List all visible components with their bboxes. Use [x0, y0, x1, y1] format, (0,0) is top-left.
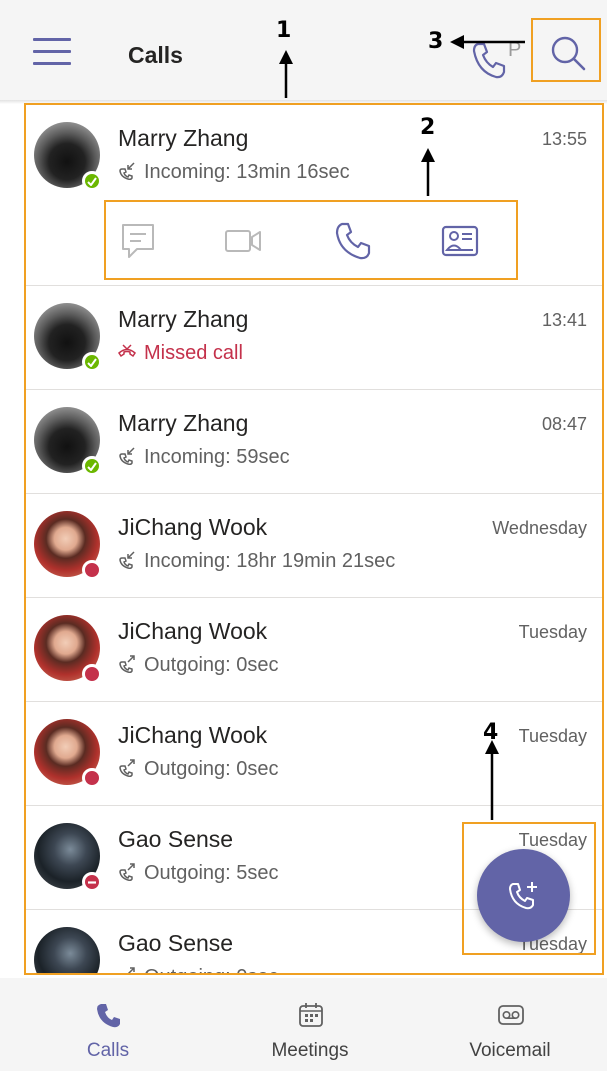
call-detail: Incoming: 59sec — [118, 446, 290, 469]
call-detail: Outgoing: 5sec — [118, 862, 279, 885]
svg-text:P: P — [508, 39, 521, 61]
contact-name: JiChang Wook — [118, 722, 268, 748]
call-detail-text: Missed call — [144, 342, 243, 364]
call-history-row[interactable]: Marry Zhang Incoming: 13min 16sec 13:55 — [26, 105, 602, 286]
outgoing-call-icon — [119, 655, 135, 673]
presence-do-not-disturb-icon — [82, 872, 102, 892]
page-title: Calls — [128, 42, 183, 68]
presence-available-icon — [82, 352, 102, 372]
call-detail-text: Outgoing: 0sec — [144, 966, 279, 973]
nav-label-voicemail: Voicemail — [469, 1040, 551, 1061]
call-history-row[interactable]: JiChang Wook Incoming: 18hr 19min 21sec We… — [26, 494, 602, 598]
contact-name: Marry Zhang — [118, 306, 249, 332]
nav-item-calls[interactable]: Calls — [28, 978, 188, 1071]
call-detail: Outgoing: 0sec — [118, 654, 279, 677]
audio-call-icon[interactable] — [334, 221, 374, 261]
nav-label-calls: Calls — [86, 1040, 130, 1061]
call-time: Tuesday — [518, 622, 587, 642]
app-header: Calls P — [0, 0, 607, 100]
contact-name: Gao Sense — [118, 826, 234, 852]
call-detail: Incoming: 18hr 19min 21sec — [118, 550, 395, 573]
call-history-row[interactable]: Marry Zhang Missed call 13:41 — [26, 286, 602, 390]
nav-item-voicemail[interactable]: Voicemail — [430, 978, 590, 1071]
presence-busy-icon — [82, 768, 102, 788]
incoming-call-icon — [119, 162, 135, 180]
call-history-row[interactable]: JiChang Wook Outgoing: 0sec Tuesday — [26, 598, 602, 702]
call-time: 13:41 — [541, 310, 587, 330]
annotation-number: 2 — [420, 115, 436, 140]
call-detail-text: Outgoing: 5sec — [144, 862, 279, 884]
call-detail-text: Outgoing: 0sec — [144, 758, 279, 780]
outgoing-call-icon — [119, 759, 135, 777]
outgoing-call-icon — [119, 863, 135, 881]
video-call-icon[interactable] — [224, 221, 264, 261]
call-detail: Outgoing: 0sec — [118, 966, 279, 973]
outgoing-call-icon — [127, 967, 135, 973]
bottom-navigation: Calls Meetings Voicemail — [0, 978, 607, 1071]
calendar-icon — [299, 1003, 323, 1027]
presence-available-icon — [82, 456, 102, 476]
phone-icon — [97, 1004, 120, 1028]
missed-call-icon — [118, 344, 136, 358]
annotation-number: 1 — [276, 18, 292, 43]
call-detail: Incoming: 13min 16sec — [118, 161, 350, 184]
contact-card-icon[interactable] — [440, 221, 480, 261]
call-actions-bar — [104, 200, 518, 280]
presence-busy-icon — [82, 664, 102, 684]
incoming-call-icon — [119, 551, 135, 569]
presence-available-icon — [82, 171, 102, 191]
chat-icon[interactable] — [119, 221, 159, 261]
call-time: Wednesday — [492, 518, 587, 538]
call-time: 08:47 — [541, 414, 587, 434]
nav-item-meetings[interactable]: Meetings — [230, 978, 390, 1071]
call-detail-text: Incoming: 13min 16sec — [144, 161, 350, 183]
presence-busy-icon — [82, 560, 102, 580]
contact-name: Marry Zhang — [118, 125, 249, 151]
incoming-call-icon — [119, 447, 135, 465]
contact-name: JiChang Wook — [118, 618, 268, 644]
search-button[interactable] — [531, 18, 601, 82]
contact-avatar[interactable] — [34, 927, 100, 973]
call-detail-text: Incoming: 18hr 19min 21sec — [144, 550, 396, 572]
contact-name: Marry Zhang — [118, 410, 249, 436]
contact-name: JiChang Wook — [118, 514, 268, 540]
annotation-number: 4 — [483, 720, 499, 745]
voicemail-icon — [498, 1005, 524, 1025]
call-detail-text: Incoming: 59sec — [144, 446, 290, 468]
call-history-row[interactable]: JiChang Wook Outgoing: 0sec Tuesday — [26, 702, 602, 806]
call-detail-text: Outgoing: 0sec — [144, 654, 279, 676]
call-detail: Outgoing: 0sec — [118, 758, 279, 781]
contact-name: Gao Sense — [118, 930, 234, 956]
new-call-button[interactable] — [477, 849, 570, 942]
call-time: Tuesday — [518, 726, 587, 746]
call-history-row[interactable]: Marry Zhang Incoming: 59sec 08:47 — [26, 390, 602, 494]
add-call-icon — [509, 882, 537, 910]
hamburger-menu-icon[interactable] — [33, 38, 71, 66]
phone-dialpad-icon[interactable]: P — [468, 38, 528, 82]
annotation-number: 3 — [428, 29, 444, 54]
call-time: 13:55 — [541, 129, 587, 149]
nav-label-meetings: Meetings — [271, 1040, 349, 1061]
search-icon — [551, 36, 586, 71]
call-detail: Missed call — [118, 342, 243, 365]
